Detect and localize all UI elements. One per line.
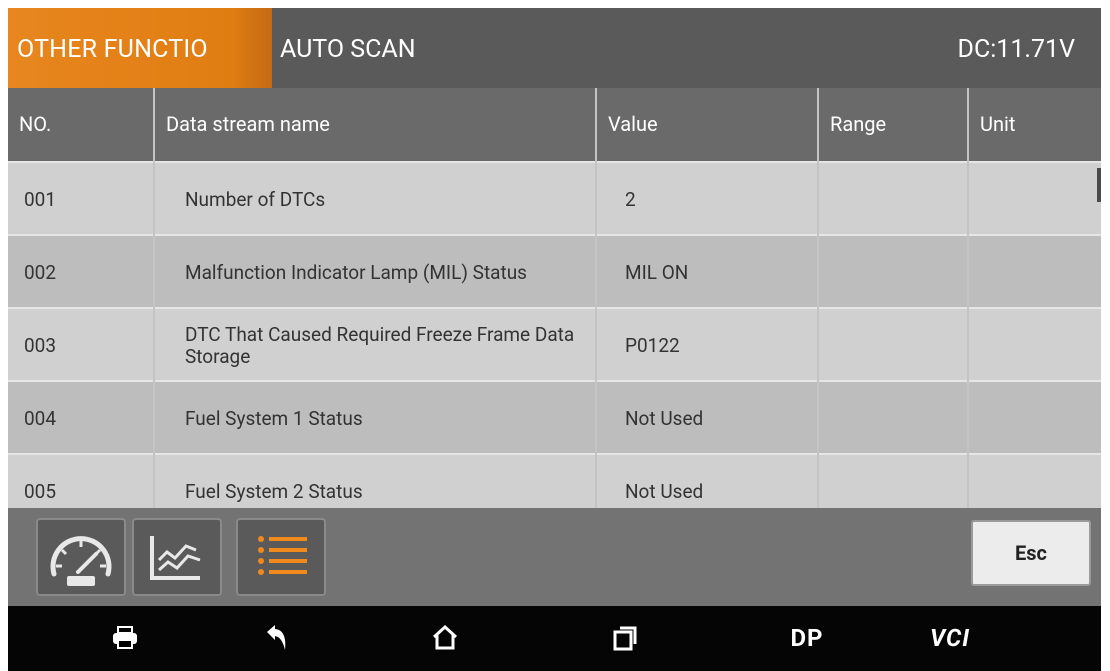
table-row[interactable]: 002 Malfunction Indicator Lamp (MIL) Sta… — [8, 236, 1101, 309]
column-divider — [153, 88, 155, 508]
column-header-name: Data stream name — [155, 88, 595, 161]
column-header-unit: Unit — [969, 88, 1101, 161]
table-row[interactable]: 001 Number of DTCs 2 — [8, 163, 1101, 236]
row-value: Not Used — [625, 407, 704, 430]
table-row[interactable]: 004 Fuel System 1 Status Not Used — [8, 382, 1101, 455]
tab-other-functions[interactable]: OTHER FUNCTIO — [8, 8, 272, 88]
system-navigation-bar: DP VCI — [8, 606, 1101, 671]
table-row[interactable]: 003 DTC That Caused Required Freeze Fram… — [8, 309, 1101, 382]
print-button[interactable] — [100, 618, 150, 658]
row-divider — [8, 380, 1101, 382]
row-name: Number of DTCs — [185, 187, 326, 211]
scrollbar[interactable] — [1097, 168, 1101, 202]
recent-apps-icon — [613, 626, 637, 651]
row-divider — [8, 234, 1101, 236]
vci-button[interactable]: VCI — [925, 618, 975, 658]
row-number: 003 — [24, 334, 57, 357]
gauge-icon — [50, 536, 112, 586]
row-divider — [8, 161, 1101, 163]
header-bar: OTHER FUNCTIO AUTO SCAN DC:11.71V — [8, 8, 1101, 88]
row-value: P0122 — [625, 334, 680, 357]
row-number: 002 — [24, 261, 57, 284]
table-row[interactable]: 005 Fuel System 2 Status Not Used — [8, 455, 1101, 508]
row-value: MIL ON — [625, 261, 689, 284]
row-name: DTC That Caused Required Freeze Frame Da… — [185, 322, 575, 368]
back-icon — [267, 625, 286, 650]
row-divider — [8, 307, 1101, 309]
row-divider — [8, 453, 1101, 455]
back-button[interactable] — [252, 618, 302, 658]
row-name: Fuel System 1 Status — [185, 406, 363, 430]
screen: OTHER FUNCTIO AUTO SCAN DC:11.71V NO. Da… — [8, 8, 1101, 671]
row-number: 004 — [24, 407, 57, 430]
column-divider — [967, 88, 969, 508]
tab-auto-scan[interactable]: AUTO SCAN — [280, 35, 416, 64]
tab-other-functions-label: OTHER FUNCTIO — [17, 35, 208, 64]
recent-apps-button[interactable] — [600, 618, 650, 658]
row-value: 2 — [625, 188, 636, 211]
print-icon — [113, 626, 137, 649]
column-header-value: Value — [597, 88, 817, 161]
esc-button[interactable]: Esc — [971, 520, 1091, 586]
gauge-view-button[interactable] — [36, 518, 126, 596]
dp-button[interactable]: DP — [782, 618, 832, 658]
column-header-no: NO. — [8, 88, 153, 161]
line-graph-icon — [150, 536, 201, 580]
list-view-button[interactable] — [236, 518, 326, 596]
graph-view-button[interactable] — [132, 518, 222, 596]
column-header-range: Range — [819, 88, 967, 161]
column-divider — [817, 88, 819, 508]
row-number: 001 — [24, 188, 57, 211]
bottom-toolbar: Esc — [8, 508, 1101, 606]
row-name: Malfunction Indicator Lamp (MIL) Status — [185, 260, 527, 284]
home-icon — [432, 625, 458, 650]
voltage-readout: DC:11.71V — [957, 35, 1075, 64]
home-button[interactable] — [420, 618, 470, 658]
column-divider — [595, 88, 597, 508]
list-icon — [258, 536, 307, 575]
